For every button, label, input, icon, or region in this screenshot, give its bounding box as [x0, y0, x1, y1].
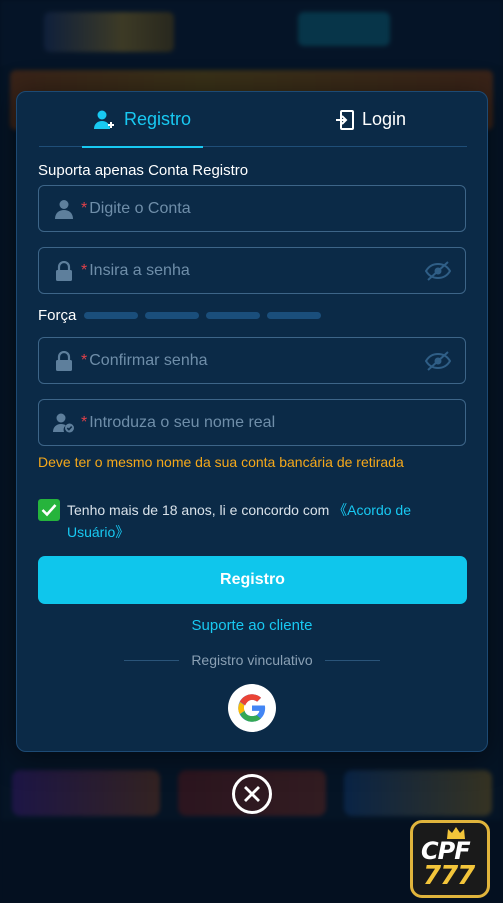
- required-mark: *: [81, 413, 88, 431]
- customer-support-link[interactable]: Suporte ao cliente: [17, 617, 487, 634]
- real-name-hint: Deve ter o mesmo nome da sua conta bancá…: [38, 454, 404, 470]
- password-strength: Força: [38, 307, 328, 324]
- close-icon: [244, 786, 260, 802]
- required-mark: *: [81, 261, 88, 279]
- strength-bar: [84, 312, 139, 319]
- confirm-placeholder: Confirmar senha: [89, 351, 208, 369]
- account-placeholder: Digite o Conta: [89, 199, 191, 217]
- checkmark-icon: [41, 504, 57, 517]
- terms-checkbox[interactable]: [38, 499, 60, 521]
- eye-off-icon[interactable]: [424, 350, 452, 372]
- brand-logo: CPF 777: [410, 820, 490, 898]
- strength-bar: [206, 312, 261, 319]
- terms-text: Tenho mais de 18 anos, li e concordo com…: [67, 499, 458, 543]
- auth-tabs: Registro Login: [39, 92, 467, 148]
- strength-bar: [145, 312, 200, 319]
- confirm-password-field[interactable]: * Confirmar senha: [38, 337, 466, 384]
- required-mark: *: [81, 351, 88, 369]
- password-placeholder: Insira a senha: [89, 261, 190, 279]
- support-note: Suporta apenas Conta Registro: [38, 162, 249, 179]
- tab-login-label: Login: [361, 109, 407, 129]
- brand-logo-number: 777: [423, 861, 475, 891]
- user-add-icon: [93, 110, 116, 130]
- google-login-button[interactable]: [228, 684, 276, 732]
- password-field[interactable]: * Insira a senha: [38, 247, 466, 294]
- user-check-icon: [53, 412, 75, 434]
- social-login-divider: Registro vinculativo: [124, 652, 381, 668]
- lock-icon: [53, 260, 75, 282]
- real-name-field[interactable]: * Introduza o seu nome real: [38, 399, 466, 446]
- register-modal: Registro Login Suporta apenas Conta Regi…: [16, 91, 488, 752]
- strength-bar: [267, 312, 322, 319]
- lock-icon: [53, 350, 75, 372]
- google-icon: [238, 694, 266, 722]
- strength-label: Força: [38, 307, 77, 324]
- real-name-placeholder: Introduza o seu nome real: [89, 413, 276, 431]
- tab-register-label: Registro: [123, 109, 192, 129]
- account-field[interactable]: * Digite o Conta: [38, 185, 466, 232]
- register-submit-button[interactable]: Registro: [38, 556, 467, 604]
- close-modal-button[interactable]: [232, 774, 272, 814]
- tab-register[interactable]: Registro: [82, 92, 203, 148]
- divider-line: [324, 659, 381, 661]
- tab-login[interactable]: Login: [311, 92, 431, 147]
- terms-agreement: Tenho mais de 18 anos, li e concordo com…: [38, 499, 458, 543]
- divider-text: Registro vinculativo: [191, 652, 313, 668]
- required-mark: *: [81, 199, 88, 217]
- terms-label: Tenho mais de 18 anos, li e concordo com: [67, 502, 334, 518]
- user-icon: [53, 198, 75, 220]
- divider-line: [124, 659, 180, 661]
- eye-off-icon[interactable]: [424, 260, 452, 282]
- login-door-icon: [335, 109, 354, 130]
